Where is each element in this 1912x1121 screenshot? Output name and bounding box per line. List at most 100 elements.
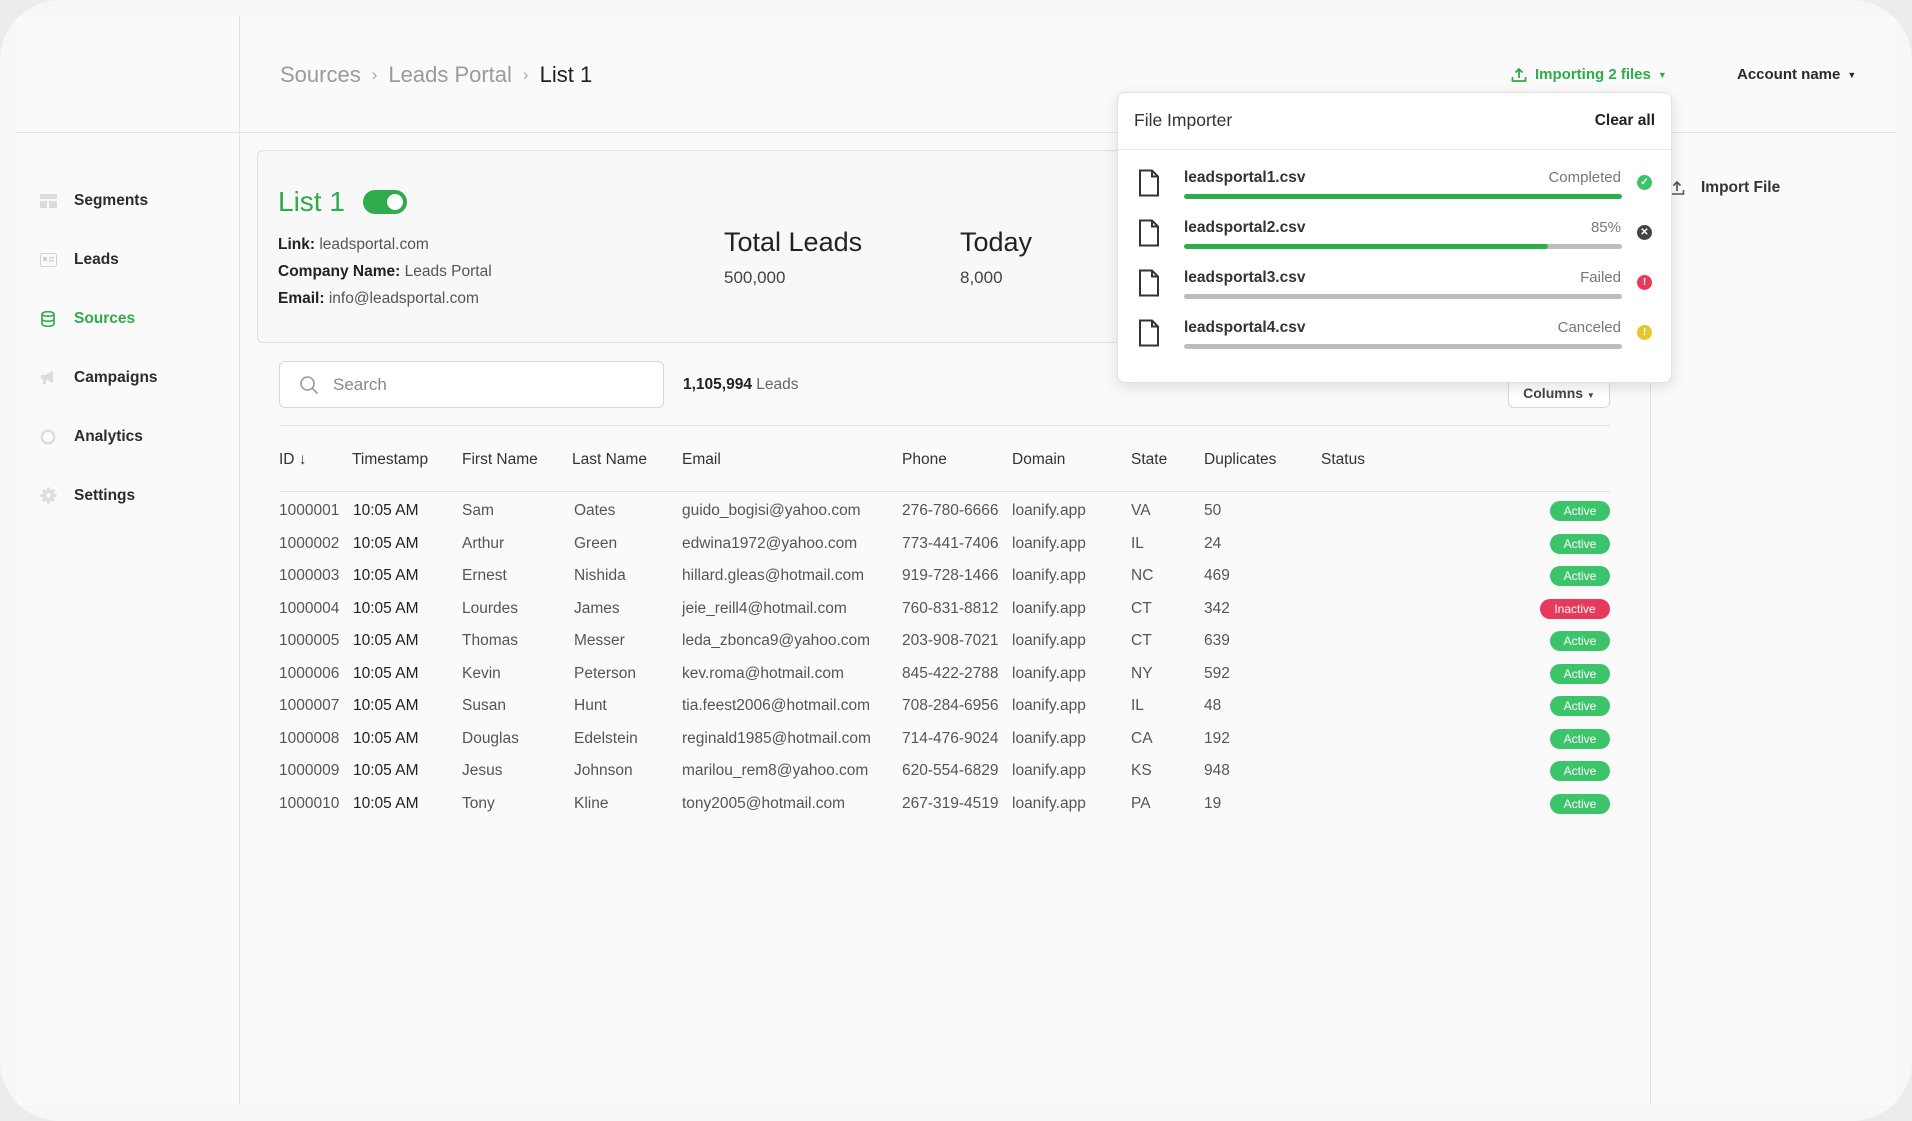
sidebar-item-label: Leads bbox=[74, 250, 119, 268]
table-row[interactable]: 1000005 10:05 AM Thomas Messer leda_zbonca9@… bbox=[16, 631, 1896, 664]
column-header[interactable]: Status bbox=[1321, 451, 1365, 469]
sidebar-item-sources[interactable]: Sources bbox=[16, 289, 239, 348]
cell-domain: loanify.app bbox=[1012, 697, 1086, 714]
table-row[interactable]: 1000008 10:05 AM Douglas Edelstein reginald1… bbox=[16, 728, 1896, 762]
file-name: leadsportal4.csv bbox=[1184, 319, 1306, 336]
status-badge: Active bbox=[1550, 663, 1610, 684]
search-input[interactable] bbox=[333, 374, 633, 395]
file-import-row: leadsportal1.csv Completed ✓ bbox=[1118, 169, 1671, 219]
table-row[interactable]: 1000002 10:05 AM Arthur Green edwina1972@yah… bbox=[16, 533, 1896, 567]
account-menu[interactable]: Account name ▼ bbox=[1737, 66, 1856, 83]
file-status: Canceled bbox=[1557, 319, 1621, 336]
cell-id: 1000010 bbox=[279, 794, 340, 812]
table-row[interactable]: 1000009 10:05 AM Jesus Johnson marilou_rem8@… bbox=[16, 761, 1896, 794]
cell-email[interactable]: edwina1972@yahoo.com bbox=[682, 535, 857, 553]
column-header[interactable]: State bbox=[1131, 451, 1167, 469]
sidebar-logo-area bbox=[16, 16, 239, 133]
table-row[interactable]: 1000001 10:05 AM Sam Oates guido_bogisi@yaho… bbox=[16, 501, 1896, 534]
cell-email[interactable]: jeie_reill4@hotmail.com bbox=[682, 600, 847, 618]
cancel-circle-icon[interactable]: ✕ bbox=[1637, 225, 1652, 240]
column-header[interactable]: Phone bbox=[902, 451, 947, 469]
cell-email[interactable]: leda_zbonca9@yahoo.com bbox=[682, 632, 870, 650]
breadcrumb: Sources › Leads Portal › List 1 bbox=[280, 62, 592, 88]
cell-phone: 276-780-6666 bbox=[902, 502, 999, 519]
sidebar-item-segments[interactable]: Segments bbox=[16, 171, 239, 230]
cell-email[interactable]: kev.roma@hotmail.com bbox=[682, 665, 844, 683]
columns-button[interactable]: Columns ▼ bbox=[1508, 382, 1610, 408]
cell-email[interactable]: tia.feest2006@hotmail.com bbox=[682, 697, 870, 715]
table-row[interactable]: 1000007 10:05 AM Susan Hunt tia.feest2006@ho… bbox=[16, 696, 1896, 729]
cell-state: PA bbox=[1131, 794, 1151, 812]
cell-email[interactable]: tony2005@hotmail.com bbox=[682, 795, 845, 813]
cell-last-name: Johnson bbox=[574, 762, 633, 779]
column-header[interactable]: Timestamp bbox=[352, 451, 428, 469]
cell-state: VA bbox=[1131, 502, 1151, 519]
table-row[interactable]: 1000004 10:05 AM Lourdes James jeie_reill4@h… bbox=[16, 598, 1896, 632]
cell-email[interactable]: reginald1985@hotmail.com bbox=[682, 730, 871, 748]
column-header[interactable]: Email bbox=[682, 451, 721, 469]
file-status: Completed bbox=[1548, 169, 1621, 186]
status-badge: Inactive bbox=[1540, 598, 1610, 619]
import-file-button[interactable]: Import File bbox=[1669, 179, 1780, 197]
stat-value: 500,000 bbox=[724, 268, 786, 287]
cell-duplicates: 342 bbox=[1204, 599, 1230, 617]
sidebar-nav: Segments Leads Sources Campaigns Analyti… bbox=[16, 133, 239, 525]
file-import-row: leadsportal2.csv 85% ✕ bbox=[1118, 219, 1671, 269]
cell-first-name: Tony bbox=[462, 794, 495, 812]
cell-last-name: Kline bbox=[574, 794, 609, 812]
cell-email[interactable]: guido_bogisi@yahoo.com bbox=[682, 502, 861, 520]
cell-state: NY bbox=[1131, 664, 1153, 682]
cell-first-name: Kevin bbox=[462, 664, 501, 682]
table-header-divider bbox=[279, 491, 1610, 492]
status-badge: Active bbox=[1550, 728, 1610, 749]
search-box[interactable] bbox=[279, 361, 664, 408]
column-header[interactable]: ID ↓ bbox=[279, 451, 307, 469]
breadcrumb-leads-portal[interactable]: Leads Portal bbox=[388, 62, 512, 88]
cell-email[interactable]: marilou_rem8@yahoo.com bbox=[682, 762, 868, 780]
sidebar-item-analytics[interactable]: Analytics bbox=[16, 407, 239, 466]
column-header[interactable]: Domain bbox=[1012, 451, 1065, 469]
progress-bar-fill bbox=[1184, 194, 1622, 199]
sidebar-item-campaigns[interactable]: Campaigns bbox=[16, 348, 239, 407]
sidebar-item-label: Segments bbox=[74, 191, 149, 209]
column-header[interactable]: Last Name bbox=[572, 451, 647, 469]
cell-first-name: Arthur bbox=[462, 534, 505, 552]
company-label: Company Name: bbox=[278, 263, 401, 280]
cell-domain: loanify.app bbox=[1012, 567, 1086, 584]
file-name: leadsportal1.csv bbox=[1184, 169, 1306, 186]
caret-down-icon: ▼ bbox=[1657, 69, 1667, 80]
check-circle-icon: ✓ bbox=[1637, 175, 1652, 190]
column-header[interactable]: First Name bbox=[462, 451, 538, 469]
table-row[interactable]: 1000003 10:05 AM Ernest Nishida hillard.glea… bbox=[16, 566, 1896, 599]
clear-all-button[interactable]: Clear all bbox=[1595, 112, 1655, 130]
app-frame: Segments Leads Sources Campaigns Analyti… bbox=[0, 0, 1912, 1121]
importing-files-dropdown[interactable]: Importing 2 files ▼ bbox=[1511, 66, 1667, 83]
cell-email[interactable]: hillard.gleas@hotmail.com bbox=[682, 567, 864, 585]
lead-count-suffix: Leads bbox=[756, 376, 799, 393]
column-header[interactable]: Duplicates bbox=[1204, 451, 1276, 469]
stat-label: Today bbox=[960, 227, 1033, 257]
cell-last-name: Edelstein bbox=[574, 729, 638, 747]
progress-bar bbox=[1184, 244, 1622, 249]
breadcrumb-sources[interactable]: Sources bbox=[280, 62, 361, 88]
cell-domain: loanify.app bbox=[1012, 502, 1086, 519]
cell-state: CA bbox=[1131, 729, 1153, 747]
cell-duplicates: 469 bbox=[1204, 567, 1230, 584]
table-row[interactable]: 1000010 10:05 AM Tony Kline tony2005@hotmail… bbox=[16, 793, 1896, 827]
cell-duplicates: 192 bbox=[1204, 729, 1230, 747]
list-active-toggle[interactable] bbox=[362, 190, 407, 214]
cell-id: 1000008 bbox=[279, 729, 340, 747]
sidebar-item-leads[interactable]: Leads bbox=[16, 230, 239, 289]
sidebar-item-label: Campaigns bbox=[74, 368, 158, 386]
cell-phone: 714-476-9024 bbox=[902, 729, 999, 747]
list-email: Email: info@leadsportal.com bbox=[278, 290, 479, 308]
progress-bar bbox=[1184, 194, 1622, 199]
cell-id: 1000006 bbox=[279, 664, 340, 682]
link-value[interactable]: leadsportal.com bbox=[319, 236, 428, 253]
cell-last-name: Nishida bbox=[574, 567, 626, 584]
table-row[interactable]: 1000006 10:05 AM Kevin Peterson kev.roma@hot… bbox=[16, 663, 1896, 697]
cell-timestamp: 10:05 AM bbox=[353, 664, 419, 682]
cell-state: KS bbox=[1131, 762, 1152, 779]
cell-timestamp: 10:05 AM bbox=[353, 762, 419, 779]
list-link: Link: leadsportal.com bbox=[278, 236, 429, 254]
